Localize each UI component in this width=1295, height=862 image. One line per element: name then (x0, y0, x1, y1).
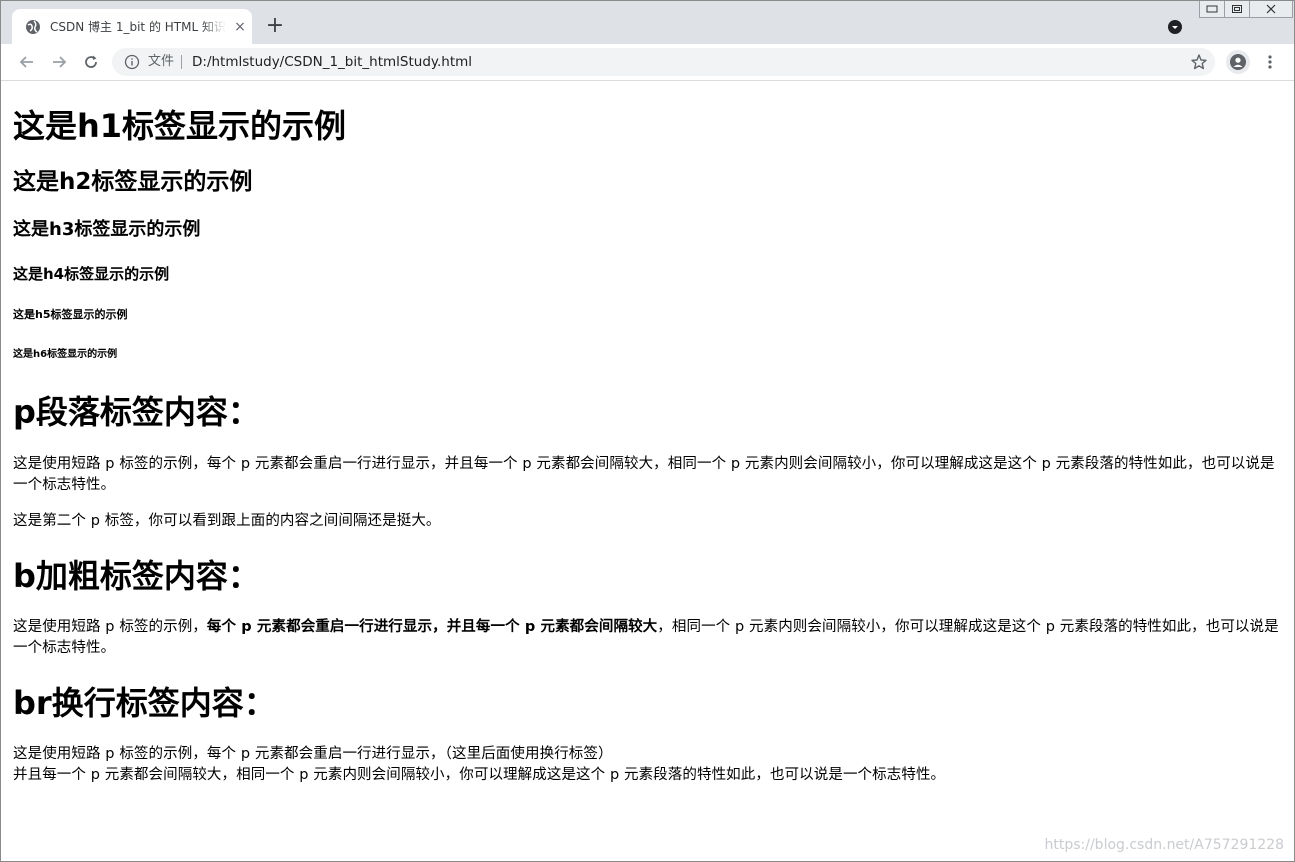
heading-h5: 这是h5标签显示的示例 (13, 308, 128, 321)
heading-h4: 这是h4标签显示的示例 (13, 265, 170, 283)
three-dots-icon[interactable] (1260, 50, 1280, 74)
heading-h6: 这是h6标签显示的示例 (13, 349, 118, 360)
security-chip[interactable]: 文件 (148, 54, 174, 70)
address-bar[interactable]: 文件 D:/htmlstudy/CSDN_1_bit_htmlStudy.htm… (112, 48, 1215, 76)
heading-h2: 这是h2标签显示的示例 (13, 169, 253, 195)
tab-close-icon[interactable]: × (232, 19, 248, 35)
section-title-br: br换行标签内容： (13, 684, 276, 722)
browser-tab[interactable]: CSDN 博主 1_bit 的 HTML 知识 × (12, 9, 252, 44)
br-line-1: 这是使用短路 p 标签的示例，每个 p 元素都会重启一行进行显示，（这里后面使用… (13, 746, 613, 762)
star-icon[interactable] (1190, 53, 1208, 71)
paragraph-1: 这是使用短路 p 标签的示例，每个 p 元素都会重启一行进行显示，并且每一个 p… (13, 456, 1275, 493)
br-line-2: 并且每一个 p 元素都会间隔较大，相同一个 p 元素内则会间隔较小，你可以理解成… (13, 767, 946, 783)
tab-strip: CSDN 博主 1_bit 的 HTML 知识 × + (1, 1, 1294, 44)
url-text[interactable]: D:/htmlstudy/CSDN_1_bit_htmlStudy.html (192, 54, 472, 70)
paragraph-bold-demo: 这是使用短路 p 标签的示例，每个 p 元素都会重启一行进行显示，并且每一个 p… (13, 617, 1285, 659)
paragraph-br-demo: 这是使用短路 p 标签的示例，每个 p 元素都会重启一行进行显示，（这里后面使用… (13, 744, 1285, 786)
new-tab-button[interactable]: + (263, 15, 287, 39)
minimize-icon[interactable] (1199, 1, 1225, 18)
heading-h1: 这是h1标签显示的示例 (13, 107, 347, 145)
restore-icon[interactable] (1224, 1, 1250, 18)
bold-text: 每个 p 元素都会重启一行进行显示，并且每一个 p 元素都会间隔较大 (206, 619, 658, 635)
window-close-icon[interactable] (1249, 1, 1293, 18)
person-icon[interactable] (1226, 50, 1250, 74)
back-arrow-icon[interactable] (15, 50, 39, 74)
watermark-text: https://blog.csdn.net/A757291228 (1044, 837, 1285, 853)
tab-title: CSDN 博主 1_bit 的 HTML 知识 (50, 20, 226, 34)
reload-icon[interactable] (79, 50, 103, 74)
globe-icon (25, 19, 41, 35)
forward-arrow-icon[interactable] (47, 50, 71, 74)
bold-demo-before: 这是使用短路 p 标签的示例， (13, 619, 207, 635)
section-title-p: p段落标签内容： (13, 393, 260, 431)
browser-toolbar: 文件 D:/htmlstudy/CSDN_1_bit_htmlStudy.htm… (1, 44, 1294, 81)
section-title-b: b加粗标签内容： (13, 557, 260, 595)
info-icon[interactable] (124, 54, 140, 70)
paragraph-2: 这是第二个 p 标签，你可以看到跟上面的内容之间间隔还是挺大。 (13, 513, 441, 529)
chip-divider (181, 55, 182, 69)
heading-h3: 这是h3标签显示的示例 (13, 219, 201, 240)
browser-window: CSDN 博主 1_bit 的 HTML 知识 × + 文件 D:/htmlst… (0, 0, 1295, 862)
tab-search-icon[interactable] (1167, 19, 1183, 35)
